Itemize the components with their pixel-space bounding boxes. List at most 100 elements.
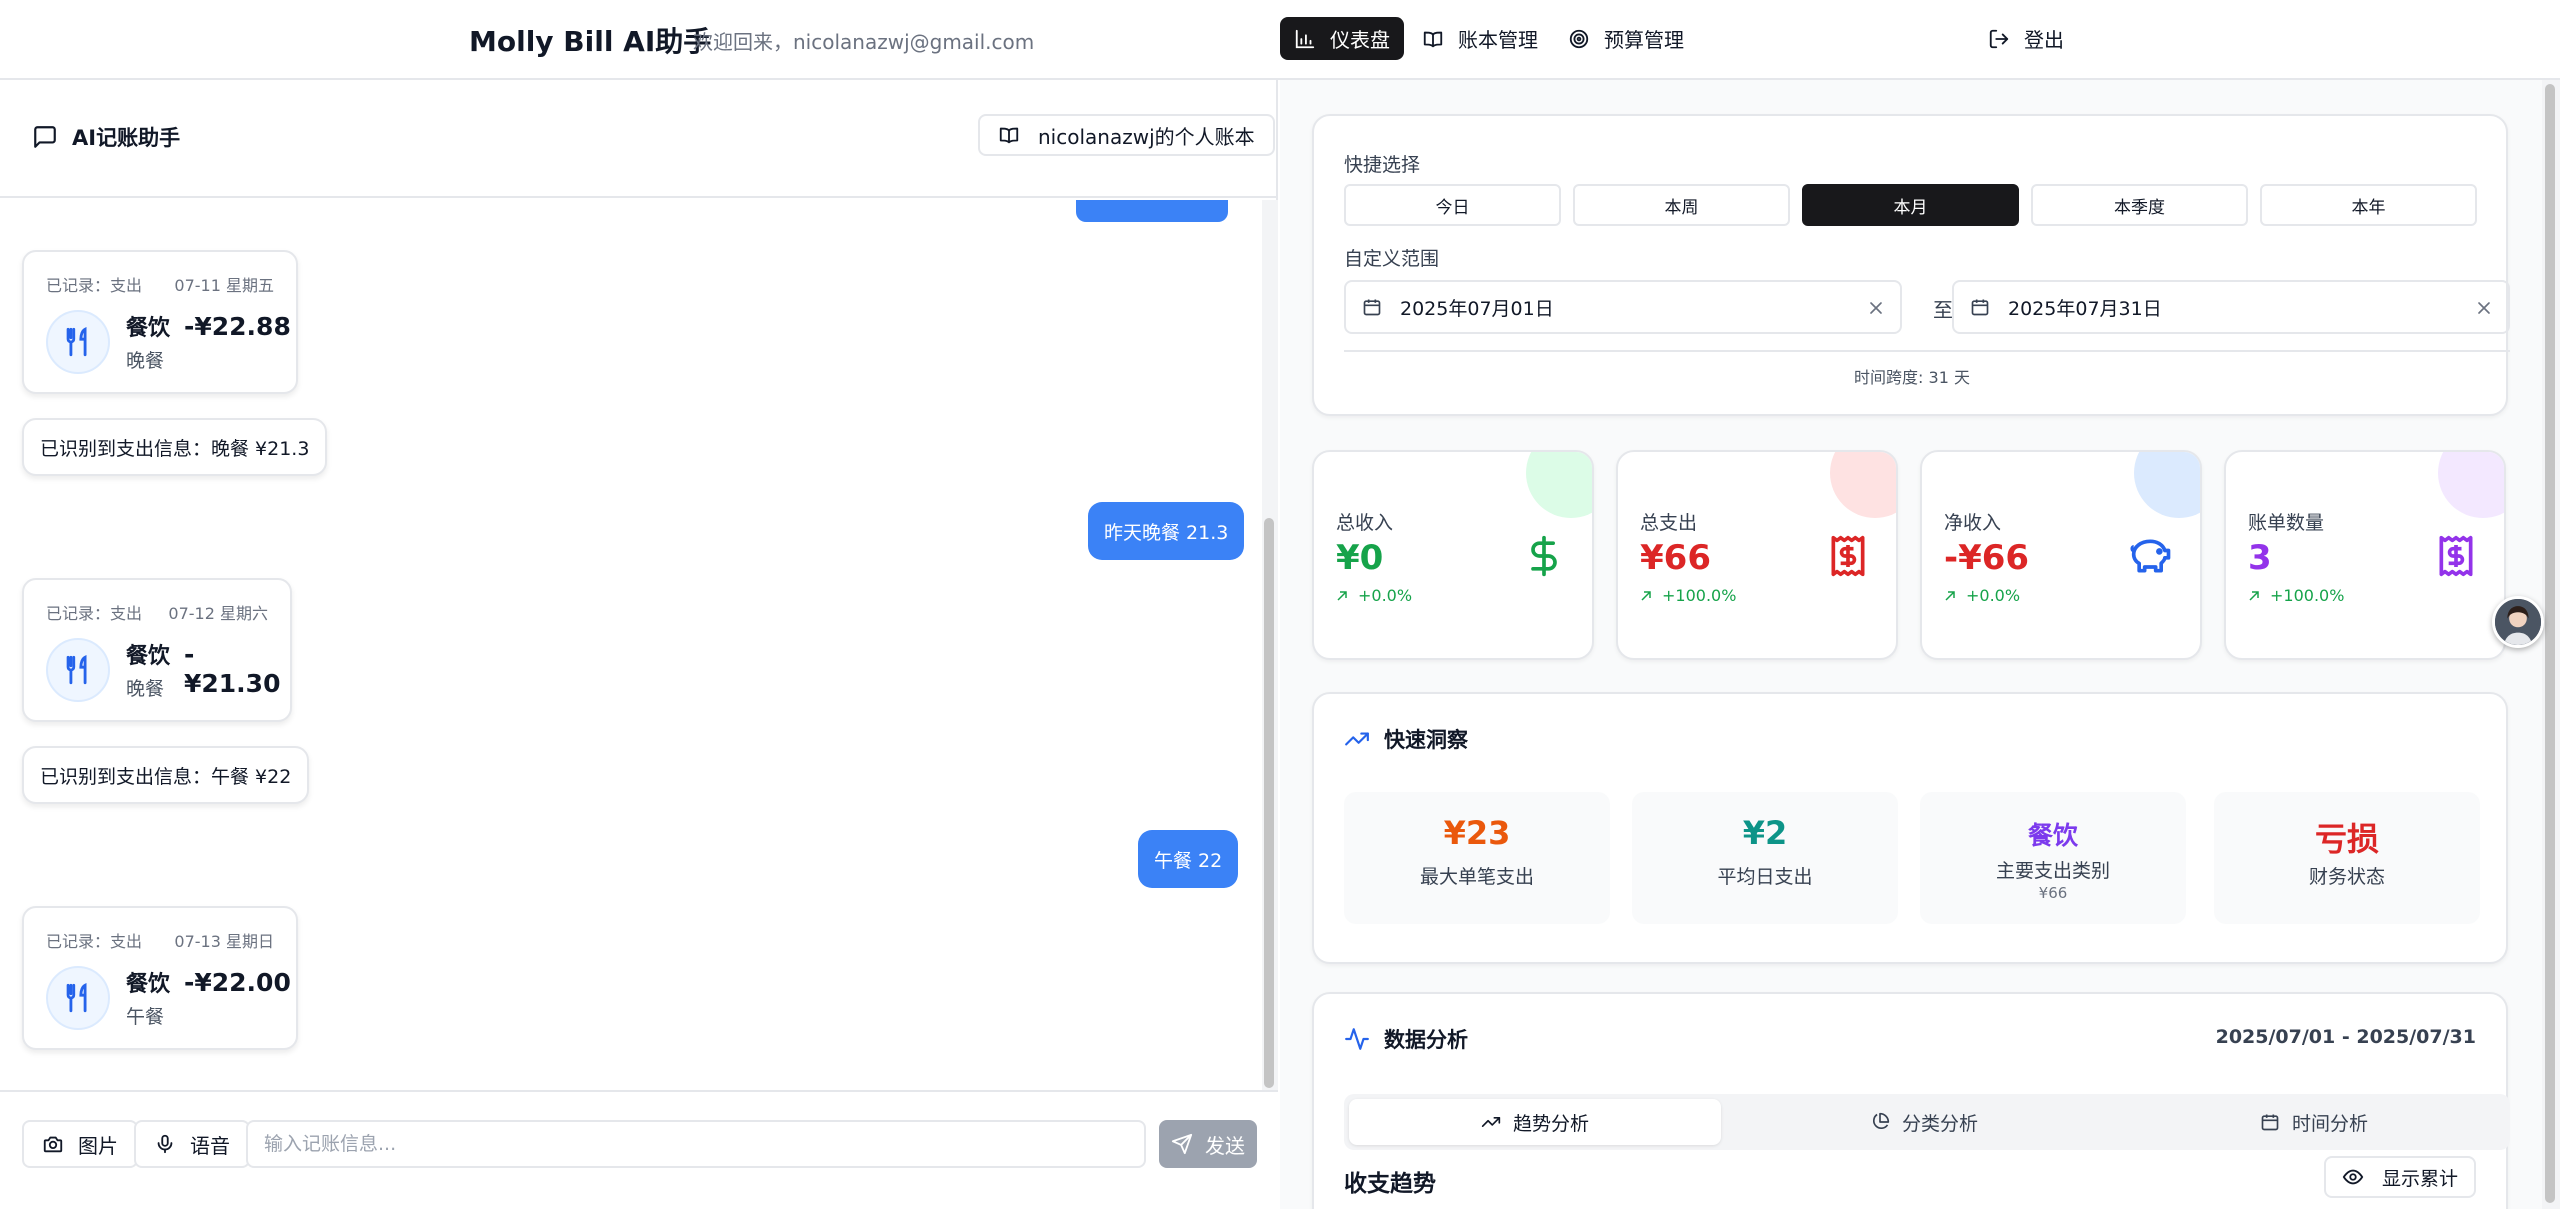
show-cumulative-button[interactable]: 显示累计 (2323, 1156, 2476, 1198)
logout-icon (1988, 28, 2010, 50)
quick-insights-card: 快速洞察 ¥23 最大单笔支出 ¥2 平均日支出 餐饮 主要支出类别 ¥66 亏… (1312, 692, 2508, 964)
decorative-circle (1830, 452, 1896, 518)
microphone-icon (154, 1133, 176, 1155)
insight-value: ¥23 (1443, 814, 1511, 852)
receipt-icon (1826, 534, 1870, 578)
end-date-field[interactable]: 2025年07月31日 (1952, 280, 2510, 334)
arrow-up-right-icon (1337, 590, 1347, 601)
nav-budget-management[interactable]: 预算管理 (1554, 17, 1698, 60)
stat-change: +0.0% (1944, 586, 2020, 605)
record-date: 07-11 星期五 (174, 276, 274, 295)
record-date: 07-12 星期六 (168, 604, 268, 623)
insight-value: 亏损 (2314, 820, 2379, 858)
stat-change-value: +100.0% (2270, 586, 2345, 605)
close-icon[interactable] (2474, 298, 2494, 318)
system-message: 已识别到支出信息：午餐 ¥22 (22, 746, 310, 804)
logout-label: 登出 (2024, 28, 2064, 52)
stat-value: 3 (2248, 538, 2272, 578)
record-category: 餐饮 (126, 316, 171, 341)
analysis-tabs: 趋势分析 分类分析 时间分析 (1344, 1094, 2510, 1150)
utensils-icon (46, 638, 110, 702)
utensils-icon (46, 310, 110, 374)
arrow-up-right-icon (2249, 590, 2259, 601)
calendar-icon (1362, 297, 1382, 317)
record-amount: -¥21.30 (184, 640, 281, 698)
assistant-title: AI记账助手 (32, 122, 180, 152)
receipt-icon (2434, 534, 2478, 578)
stat-card-total-income: 总收入 ¥0 +0.0% (1312, 450, 1594, 660)
dashboard-scrollbar[interactable] (2542, 80, 2560, 1209)
logout-button[interactable]: 登出 (1974, 17, 2078, 60)
stat-change: +0.0% (1336, 586, 1412, 605)
trending-up-icon (1481, 1112, 1501, 1132)
ledger-selector-button[interactable]: nicolanazwj的个人账本 (978, 114, 1275, 156)
quick-today-button[interactable]: 今日 (1344, 184, 1561, 226)
quick-month-button[interactable]: 本月 (1802, 184, 2019, 226)
stat-value: ¥66 (1640, 538, 1711, 578)
send-button[interactable]: 发送 (1159, 1120, 1257, 1168)
dashboard-scrollbar-thumb[interactable] (2545, 84, 2555, 1203)
tab-label: 趋势分析 (1512, 1112, 1589, 1135)
ledger-selector-label: nicolanazwj的个人账本 (1038, 124, 1255, 149)
start-date-field[interactable]: 2025年07月01日 (1344, 280, 1902, 334)
trending-up-icon (1344, 726, 1370, 752)
nav-ledger-management[interactable]: 账本管理 (1408, 17, 1552, 60)
insight-financial-status: 亏损 财务状态 (2214, 792, 2480, 924)
tab-label: 时间分析 (2291, 1112, 2368, 1135)
image-button[interactable]: 图片 (22, 1120, 138, 1168)
close-icon[interactable] (1866, 298, 1886, 318)
stat-label: 账单数量 (2248, 512, 2325, 534)
chat-messages[interactable]: 已记录：支出 07-11 星期五 餐饮 -¥22.88 晚餐 已识别到支出信息：… (0, 200, 1262, 1090)
show-cumulative-label: 显示累计 (2381, 1167, 2458, 1190)
avatar[interactable] (2492, 596, 2544, 648)
decorative-circle (2438, 452, 2504, 518)
send-button-label: 发送 (1205, 1133, 1245, 1158)
nav-budget-label: 预算管理 (1604, 28, 1684, 52)
quick-select-group: 今日 本周 本月 本季度 本年 (1344, 184, 2477, 226)
chat-scrollbar-thumb[interactable] (1264, 518, 1274, 1088)
record-card: 已记录：支出 07-11 星期五 餐饮 -¥22.88 晚餐 (22, 250, 298, 394)
voice-button[interactable]: 语音 (134, 1120, 250, 1168)
trend-chart-title: 收支趋势 (1344, 1171, 1436, 1197)
stat-change-value: +0.0% (1966, 586, 2021, 605)
eye-icon (2342, 1166, 2364, 1188)
target-icon (1568, 28, 1590, 50)
chat-scrollbar[interactable] (1262, 200, 1278, 1090)
assistant-header: AI记账助手 nicolanazwj的个人账本 (0, 80, 1278, 198)
arrow-up-right-icon (1641, 590, 1651, 601)
quick-week-button[interactable]: 本周 (1573, 184, 1790, 226)
data-analysis-card: 数据分析 2025/07/01 - 2025/07/31 趋势分析 分类分析 时 (1312, 992, 2510, 1209)
stat-change: +100.0% (2248, 586, 2344, 605)
image-button-label: 图片 (78, 1133, 118, 1158)
stat-change: +100.0% (1640, 586, 1736, 605)
decorative-circle (2134, 452, 2200, 518)
insight-max-expense: ¥23 最大单笔支出 (1344, 792, 1610, 924)
time-span-text: 时间跨度: 31 天 (1854, 368, 1970, 387)
tab-label: 分类分析 (1901, 1112, 1978, 1135)
range-separator: 至 (1933, 298, 1953, 322)
tab-trend-analysis[interactable]: 趋势分析 (1349, 1099, 1721, 1145)
stat-card-bill-count: 账单数量 3 +100.0% (2224, 450, 2506, 660)
tab-category-analysis[interactable]: 分类分析 (1738, 1099, 2110, 1145)
camera-icon (42, 1133, 64, 1155)
utensils-icon (46, 966, 110, 1030)
data-analysis-title: 数据分析 (1344, 1024, 1468, 1054)
start-date-value: 2025年07月01日 (1400, 297, 1554, 320)
tab-time-analysis[interactable]: 时间分析 (2128, 1099, 2500, 1145)
insight-avg-daily: ¥2 平均日支出 (1632, 792, 1898, 924)
message-input[interactable] (246, 1120, 1146, 1168)
record-status: 已记录：支出 (46, 276, 143, 295)
user-message: 午餐 22 (1138, 830, 1239, 888)
stat-label: 总支出 (1640, 512, 1698, 534)
record-status: 已记录：支出 (46, 604, 143, 623)
quick-year-button[interactable]: 本年 (2260, 184, 2477, 226)
activity-icon (1344, 1026, 1370, 1052)
arrow-up-right-icon (1945, 590, 1955, 601)
nav-dashboard[interactable]: 仪表盘 (1280, 17, 1404, 60)
analysis-date-range: 2025/07/01 - 2025/07/31 (2215, 1026, 2476, 1048)
quick-quarter-button[interactable]: 本季度 (2031, 184, 2248, 226)
insight-label: 平均日支出 (1717, 866, 1813, 888)
insight-subvalue: ¥66 (2038, 884, 2068, 902)
calendar-icon (1970, 297, 1990, 317)
send-icon (1171, 1133, 1193, 1155)
